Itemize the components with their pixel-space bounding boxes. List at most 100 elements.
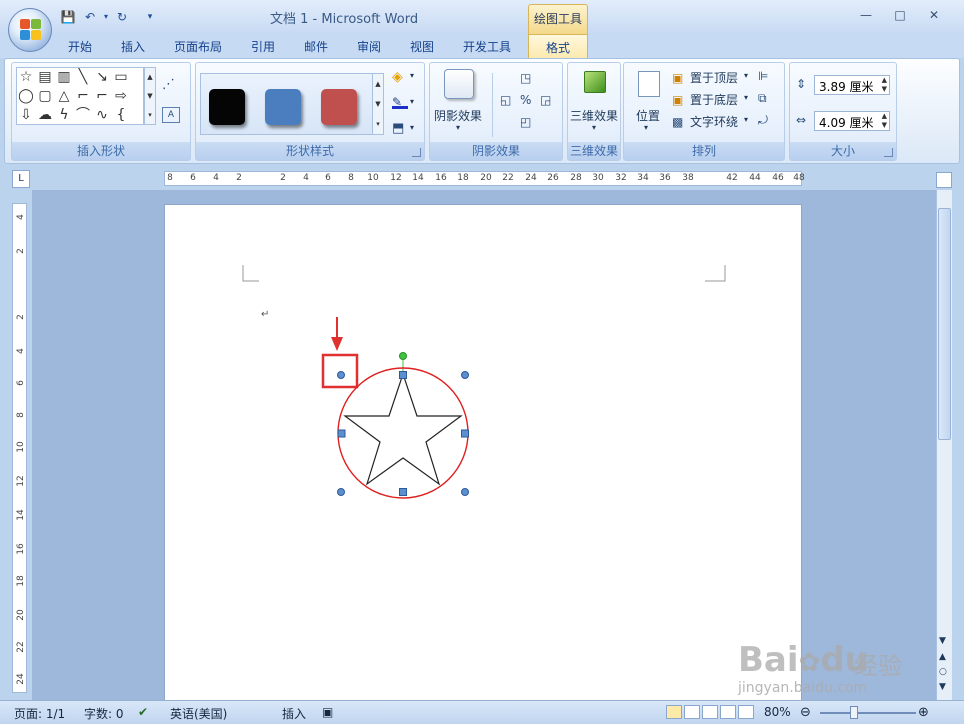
lightning-shape-icon[interactable]: ϟ (56, 107, 72, 123)
textbox-shape-icon[interactable]: ▤ (37, 69, 53, 85)
position-icon[interactable] (638, 71, 660, 97)
group-icon[interactable]: ⧉ (758, 91, 767, 106)
shape-height-input[interactable]: 3.89 厘米 ▲ ▼ (814, 75, 890, 95)
nudge-shadow-down-icon[interactable]: ◰ (520, 115, 531, 129)
style-swatch-red[interactable] (321, 89, 357, 125)
arrow-line-icon[interactable]: ↘ (94, 69, 110, 85)
text-wrap-button[interactable]: 文字环绕 (690, 113, 738, 130)
tab-page-layout[interactable]: 页面布局 (174, 38, 222, 55)
cloud-shape-icon[interactable]: ☁ (37, 107, 53, 123)
resize-handle-top-left[interactable] (337, 371, 345, 379)
insert-mode[interactable]: 插入 (282, 705, 306, 722)
3d-effects-button[interactable]: 三维效果 (570, 107, 618, 124)
width-spinner-icon[interactable]: ▲ ▼ (882, 112, 887, 130)
language-indicator[interactable]: 英语(美国) (170, 705, 227, 722)
nudge-shadow-right-icon[interactable]: ◲ (540, 93, 551, 107)
shadow-toggle-icon[interactable]: % (520, 93, 531, 107)
tab-references[interactable]: 引用 (251, 38, 275, 55)
rotate-icon[interactable]: ⤾ (758, 113, 768, 128)
nudge-shadow-up-icon[interactable]: ◳ (520, 71, 531, 85)
brace-shape-icon[interactable]: { (113, 107, 129, 123)
vertical-textbox-icon[interactable]: ▥ (56, 69, 72, 85)
undo-icon[interactable]: ↶ (82, 9, 98, 25)
scrollbar-thumb[interactable] (938, 208, 951, 440)
zoom-slider[interactable] (820, 712, 916, 714)
horizontal-ruler[interactable]: 8 6 4 2 2 4 6 8 10 12 14 16 18 20 22 24 26 28 30 32 34 36 38 42… (164, 171, 805, 186)
customize-toolbar-icon[interactable]: ▾ (142, 9, 158, 25)
shapes-gallery-scroll[interactable]: ▲ ▼ ▾ (144, 67, 156, 125)
tab-mailings[interactable]: 邮件 (304, 38, 328, 55)
height-spinner-icon[interactable]: ▲ ▼ (882, 76, 887, 94)
shadow-effects-icon[interactable] (444, 69, 474, 99)
star-shape-icon[interactable]: ☆ (18, 69, 34, 85)
shadow-dropdown-icon[interactable]: ▾ (456, 123, 460, 132)
3d-effects-icon[interactable] (584, 71, 606, 93)
print-layout-view-icon[interactable] (666, 705, 682, 719)
elbow-connector-icon[interactable]: ⌐ (75, 88, 91, 104)
tab-home[interactable]: 开始 (68, 38, 92, 55)
position-button[interactable]: 位置 (636, 107, 660, 124)
shape-fill-icon[interactable]: ◈ (392, 69, 403, 85)
macro-record-icon[interactable]: ▣ (322, 705, 333, 719)
curve-shape-icon[interactable]: ∿ (94, 107, 110, 123)
size-dialog-launcher[interactable] (884, 148, 893, 157)
resize-handle-bottom[interactable] (399, 488, 407, 496)
full-screen-reading-icon[interactable] (684, 705, 700, 719)
3d-dropdown-icon[interactable]: ▾ (592, 123, 596, 132)
position-dropdown-icon[interactable]: ▾ (644, 123, 648, 132)
resize-handle-right[interactable] (461, 429, 469, 438)
rotation-handle[interactable] (399, 352, 407, 360)
draft-view-icon[interactable] (738, 705, 754, 719)
style-gallery-scroll[interactable]: ▲ ▼ ▾ (372, 73, 384, 135)
previous-page-icon[interactable]: ▲ (939, 652, 946, 662)
resize-handle-left[interactable] (337, 429, 346, 438)
zoom-out-icon[interactable]: ⊖ (800, 705, 811, 720)
tab-format[interactable]: 格式 (528, 34, 588, 59)
change-shape-dropdown-icon[interactable]: ▾ (410, 123, 414, 132)
triangle-shape-icon[interactable]: △ (56, 88, 72, 104)
redo-icon[interactable]: ↻ (114, 9, 130, 25)
view-ruler-icon[interactable] (936, 172, 952, 188)
resize-handle-bottom-right[interactable] (461, 488, 469, 496)
shape-outline-icon[interactable]: ✎ (392, 95, 408, 109)
document-page[interactable]: ↵ (164, 204, 802, 700)
style-swatch-blue[interactable] (265, 89, 301, 125)
outline-view-icon[interactable] (720, 705, 736, 719)
tab-developer[interactable]: 开发工具 (463, 38, 511, 55)
text-box-icon[interactable]: A (162, 107, 180, 123)
shape-outline-dropdown-icon[interactable]: ▾ (410, 97, 414, 106)
line-shape-icon[interactable]: ╲ (75, 69, 91, 85)
send-to-back-button[interactable]: 置于底层 (690, 91, 738, 108)
send-back-dropdown-icon[interactable]: ▾ (744, 93, 748, 102)
change-shape-icon[interactable]: ⬒ (392, 121, 404, 136)
shape-width-input[interactable]: 4.09 厘米 ▲ ▼ (814, 111, 890, 131)
next-page-icon[interactable]: ▼ (939, 682, 946, 692)
resize-handle-top[interactable] (399, 371, 407, 379)
page-count[interactable]: 页面: 1/1 (14, 705, 65, 722)
bring-front-dropdown-icon[interactable]: ▾ (744, 71, 748, 80)
close-button[interactable]: ✕ (924, 8, 944, 24)
select-browse-object-icon[interactable]: ○ (939, 667, 947, 677)
tab-view[interactable]: 视图 (410, 38, 434, 55)
save-icon[interactable]: 💾 (60, 9, 76, 25)
elbow-arrow-icon[interactable]: ⌐ (94, 88, 110, 104)
minimize-button[interactable]: — (856, 8, 876, 24)
oval-shape-icon[interactable]: ◯ (18, 88, 34, 104)
arc-shape-icon[interactable]: ⌒ (75, 107, 91, 123)
office-button[interactable] (8, 8, 52, 52)
align-icon[interactable]: ⊫ (758, 69, 768, 83)
tab-selector-button[interactable]: L (12, 170, 30, 188)
shadow-effects-button[interactable]: 阴影效果 (434, 107, 482, 124)
scroll-down-arrow-icon[interactable]: ▼ (939, 636, 946, 646)
shape-fill-dropdown-icon[interactable]: ▾ (410, 71, 414, 80)
vertical-scrollbar[interactable]: ▼ ▲ ○ ▼ (936, 190, 952, 700)
resize-handle-top-right[interactable] (461, 371, 469, 379)
nudge-shadow-left-icon[interactable]: ◱ (500, 93, 511, 107)
shapes-gallery[interactable]: ☆ ▤ ▥ ╲ ↘ ▭ ◯ ▢ △ ⌐ ⌐ ⇨ ⇩ ☁ ϟ ⌒ ∿ { (16, 67, 144, 125)
proofing-icon[interactable]: ✔ (138, 705, 148, 719)
resize-handle-bottom-left[interactable] (337, 488, 345, 496)
shape-styles-dialog-launcher[interactable] (412, 148, 421, 157)
zoom-in-icon[interactable]: ⊕ (918, 705, 929, 720)
maximize-button[interactable]: □ (890, 8, 910, 24)
zoom-level[interactable]: 80% (764, 705, 791, 719)
